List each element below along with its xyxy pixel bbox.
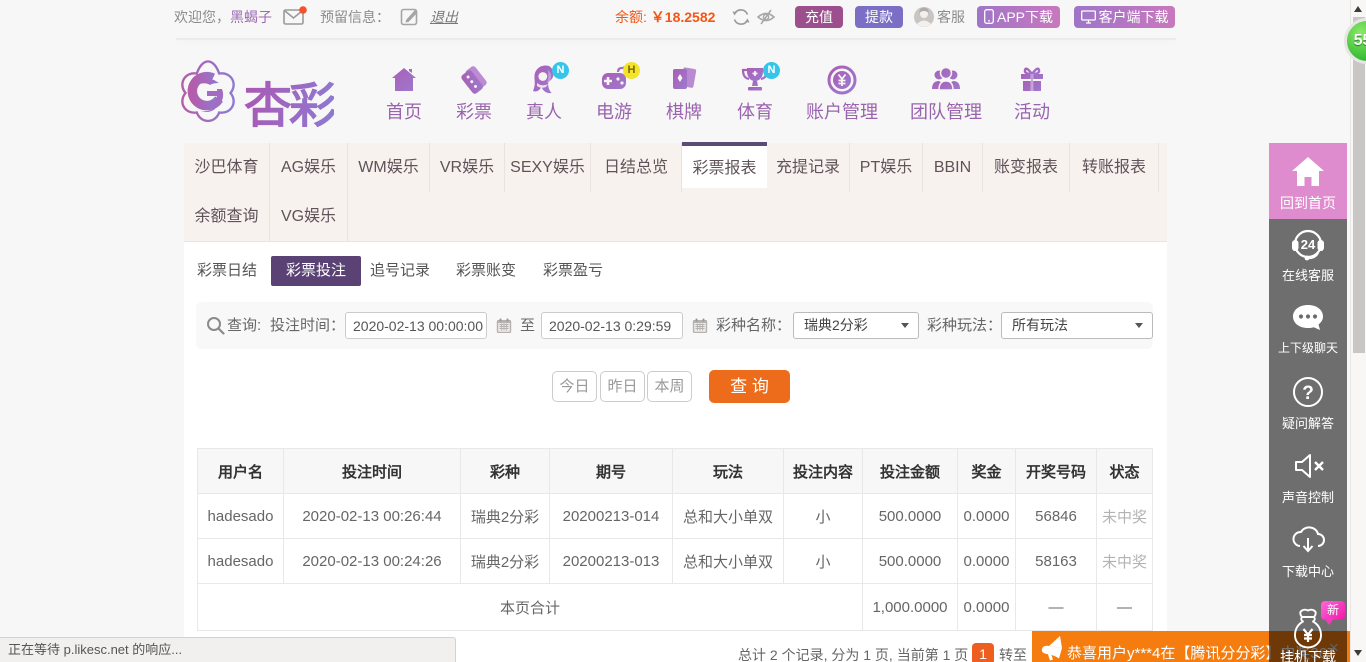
svg-text:24: 24 xyxy=(1301,237,1316,252)
svg-text:?: ? xyxy=(1302,383,1314,404)
